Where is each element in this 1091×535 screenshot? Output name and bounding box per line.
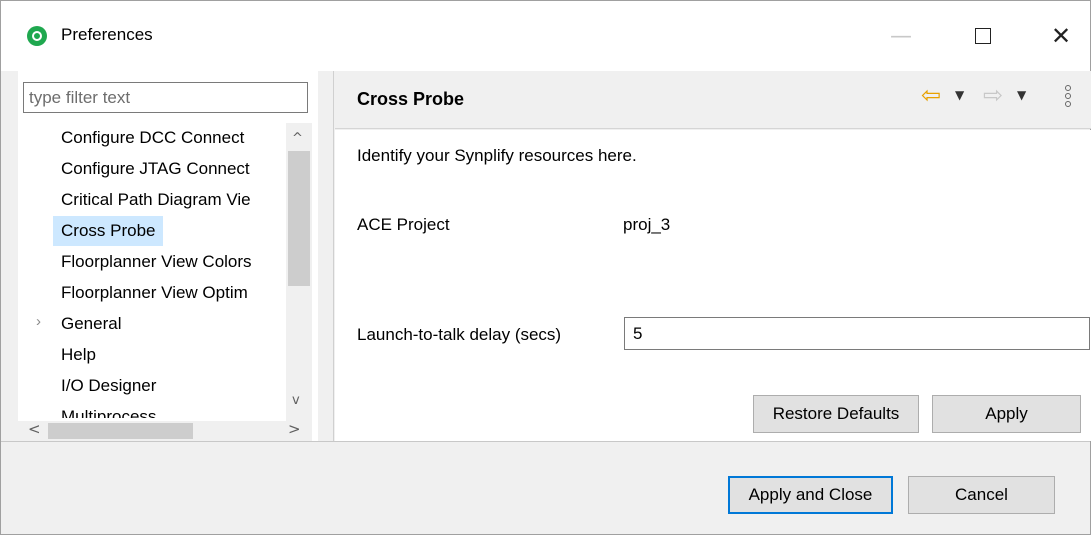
dialog-footer: Apply and Close Cancel [1, 442, 1090, 534]
tree-item-floorplanner-colors[interactable]: Floorplanner View Colors [61, 247, 252, 277]
tree-item-cross-probe[interactable]: Cross Probe [53, 216, 164, 246]
page-title: Cross Probe [357, 89, 465, 109]
maximize-icon [975, 28, 991, 44]
tree-item-general[interactable]: General [61, 309, 121, 339]
scroll-right-icon[interactable]: > [288, 420, 301, 438]
scroll-down-icon[interactable]: v [292, 393, 300, 408]
filter-input[interactable] [23, 82, 308, 113]
tree-item-configure-dcc[interactable]: Configure DCC Connect [61, 123, 244, 153]
launch-delay-input[interactable] [624, 317, 1090, 350]
tree-item-critical-path[interactable]: Critical Path Diagram Vie [61, 185, 251, 215]
preferences-dialog: Preferences — ✕ Configure DCC Connect Co… [0, 0, 1091, 535]
page-description: Identify your Synplify resources here. [357, 146, 637, 165]
preference-tree-panel: Configure DCC Connect Configure JTAG Con… [18, 71, 318, 441]
tree-item-help[interactable]: Help [61, 340, 96, 370]
tree-horizontal-scrollbar[interactable]: < > [18, 420, 312, 441]
view-menu-icon[interactable] [1064, 83, 1072, 113]
app-logo-icon [27, 26, 47, 46]
panel-divider[interactable] [333, 71, 334, 441]
scroll-left-icon[interactable]: < [28, 420, 41, 438]
page-header: Cross Probe ⇦ ▼ ⇨ ▼ [335, 71, 1091, 129]
tree-item-io-designer[interactable]: I/O Designer [61, 371, 156, 401]
page-body: Identify your Synplify resources here. A… [335, 130, 1091, 441]
back-arrow-icon[interactable]: ⇦ [921, 81, 941, 109]
preference-tree: Configure DCC Connect Configure JTAG Con… [18, 123, 286, 418]
launch-delay-label: Launch-to-talk delay (secs) [357, 325, 562, 344]
close-button[interactable]: ✕ [1041, 19, 1081, 53]
vertical-scroll-thumb[interactable] [288, 151, 310, 286]
forward-dropdown-icon[interactable]: ▼ [1017, 88, 1026, 102]
scroll-up-icon[interactable]: ^ [292, 131, 303, 146]
minimize-button[interactable]: — [881, 19, 921, 53]
maximize-button[interactable] [963, 19, 1003, 53]
ace-project-value: proj_3 [623, 215, 671, 234]
window-title: Preferences [61, 25, 153, 44]
cancel-button[interactable]: Cancel [908, 476, 1055, 514]
apply-and-close-button[interactable]: Apply and Close [728, 476, 893, 514]
apply-button[interactable]: Apply [932, 395, 1081, 433]
back-dropdown-icon[interactable]: ▼ [955, 88, 964, 102]
ace-project-label: ACE Project [357, 215, 450, 234]
horizontal-scroll-thumb[interactable] [48, 423, 193, 439]
tree-item-floorplanner-options[interactable]: Floorplanner View Optim [61, 278, 248, 308]
tree-item-configure-jtag[interactable]: Configure JTAG Connect [61, 154, 250, 184]
tree-vertical-scrollbar[interactable]: ^ v [286, 123, 312, 421]
title-bar: Preferences — ✕ [1, 1, 1090, 71]
expand-chevron-icon[interactable]: › [36, 313, 41, 330]
tree-item-multiprocess[interactable]: Multiprocess [61, 402, 156, 418]
restore-defaults-button[interactable]: Restore Defaults [753, 395, 919, 433]
forward-arrow-icon[interactable]: ⇨ [983, 81, 1003, 109]
